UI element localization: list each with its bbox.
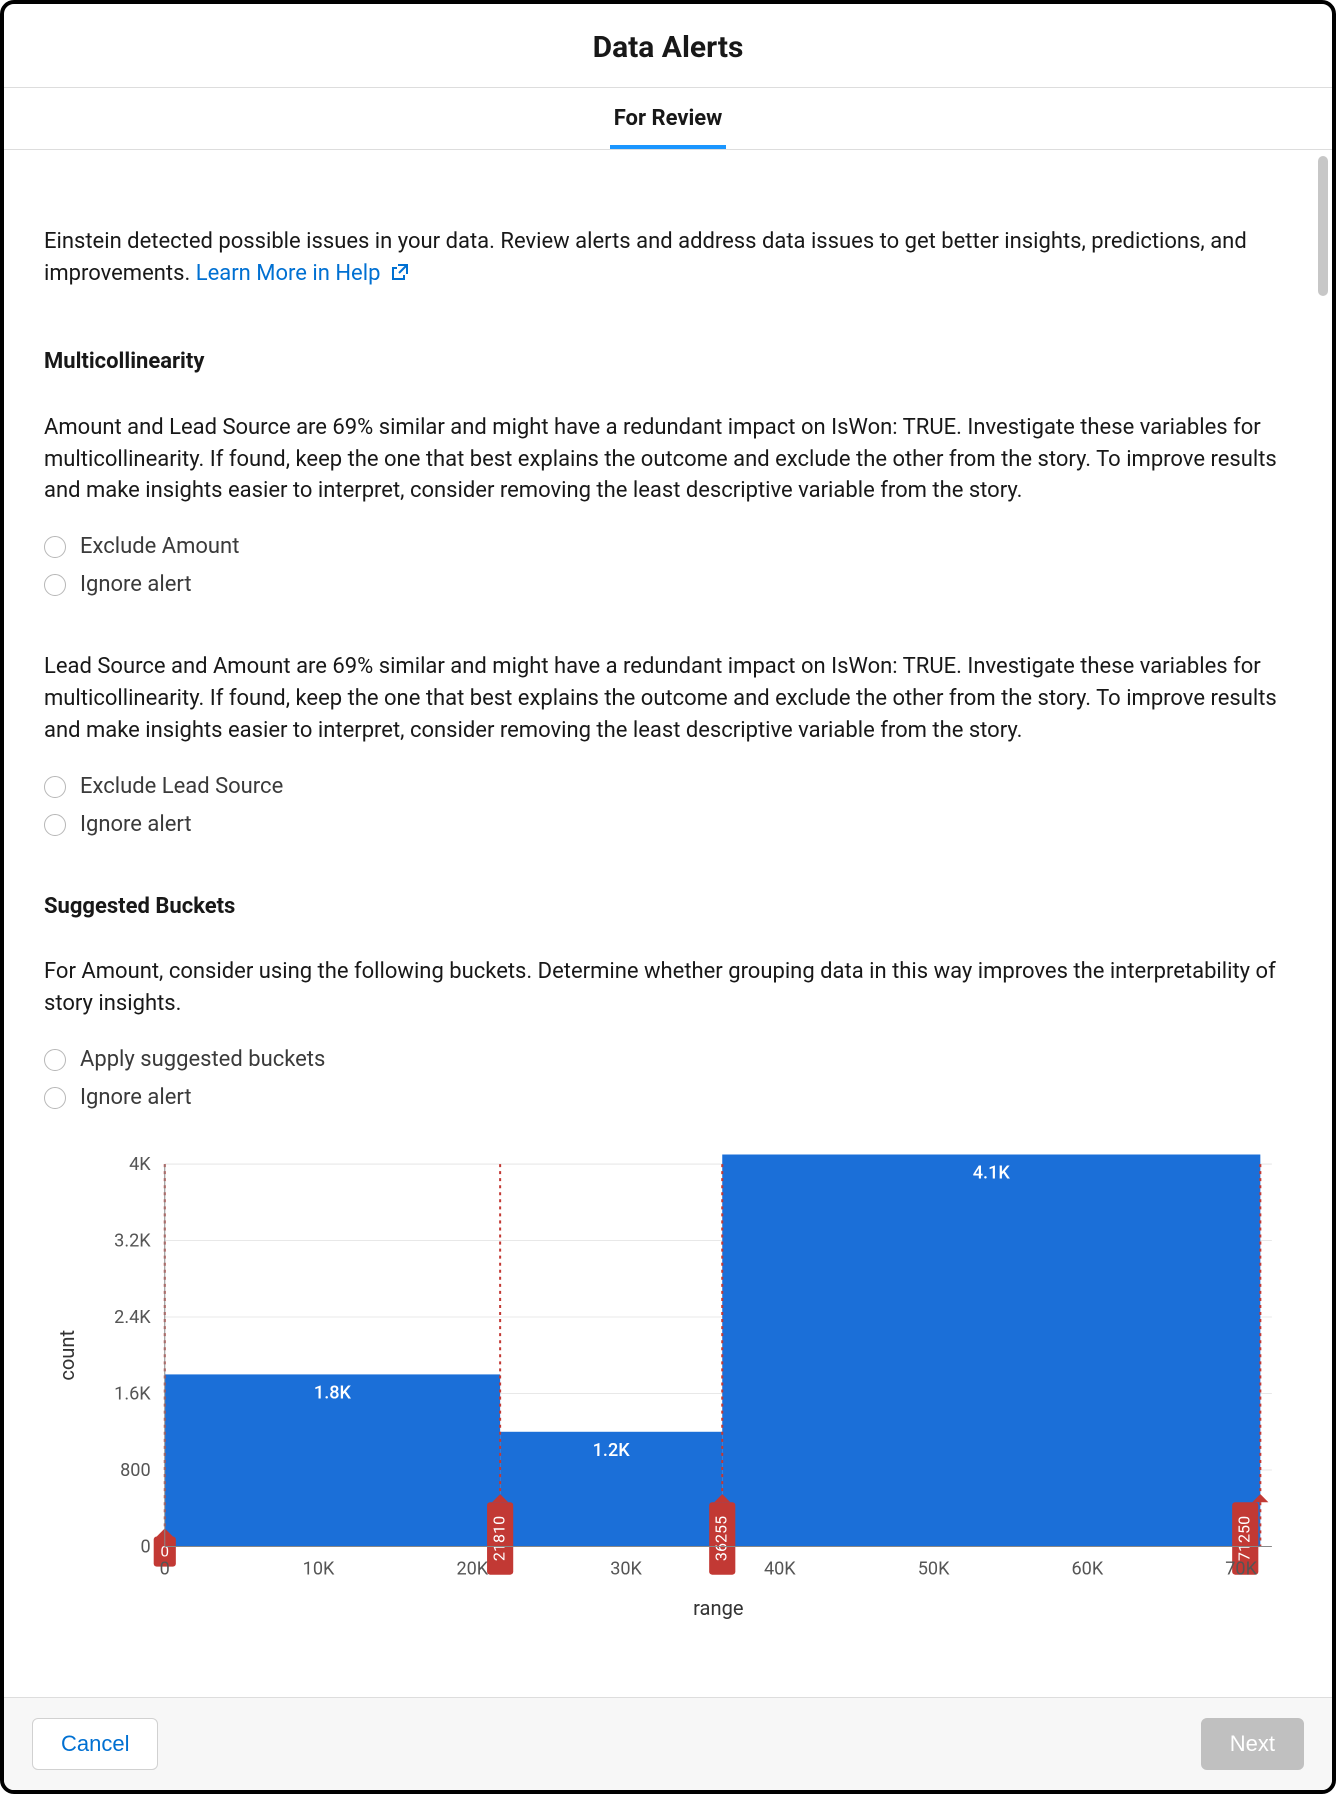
svg-text:range: range — [693, 1596, 743, 1620]
alert-block-1: Amount and Lead Source are 69% similar a… — [44, 412, 1292, 601]
data-alerts-dialog: Data Alerts For Review Einstein detected… — [0, 0, 1336, 1794]
radio-apply-buckets[interactable]: Apply suggested buckets — [44, 1044, 1292, 1076]
tabs: For Review — [4, 88, 1332, 150]
multicollinearity-heading: Multicollinearity — [44, 346, 1292, 378]
learn-more-link[interactable]: Learn More in Help — [196, 261, 410, 286]
histogram-chart: 0 800 1.6K 2.4K 3.2K 4K 1.8K 1.2K 4.1K 0 21810 3625… — [44, 1154, 1292, 1627]
radio-icon — [44, 1049, 66, 1071]
dialog-footer: Cancel Next — [4, 1697, 1332, 1790]
learn-more-label: Learn More in Help — [196, 261, 381, 286]
scrollbar-thumb[interactable] — [1318, 156, 1328, 296]
radio-exclude-lead-source[interactable]: Exclude Lead Source — [44, 771, 1292, 803]
radio-label: Ignore alert — [80, 1082, 192, 1114]
svg-text:0: 0 — [160, 1559, 170, 1580]
radio-exclude-amount[interactable]: Exclude Amount — [44, 531, 1292, 563]
radio-icon — [44, 1087, 66, 1109]
content-scroll[interactable]: Einstein detected possible issues in you… — [4, 150, 1332, 1697]
radio-ignore-alert-2[interactable]: Ignore alert — [44, 809, 1292, 841]
tab-for-review[interactable]: For Review — [610, 88, 727, 149]
svg-text:800: 800 — [120, 1460, 151, 1481]
radio-label: Ignore alert — [80, 809, 192, 841]
svg-text:10K: 10K — [303, 1559, 335, 1580]
alert1-text: Amount and Lead Source are 69% similar a… — [44, 412, 1292, 508]
cancel-button[interactable]: Cancel — [32, 1718, 158, 1770]
radio-ignore-alert-1[interactable]: Ignore alert — [44, 569, 1292, 601]
svg-text:1.6K: 1.6K — [114, 1384, 151, 1405]
svg-text:70K: 70K — [1225, 1559, 1257, 1580]
svg-text:20K: 20K — [456, 1559, 488, 1580]
alert-block-2: Lead Source and Amount are 69% similar a… — [44, 651, 1292, 840]
radio-icon — [44, 536, 66, 558]
svg-text:30K: 30K — [610, 1559, 642, 1580]
svg-text:50K: 50K — [918, 1559, 950, 1580]
radio-label: Exclude Amount — [80, 531, 239, 563]
buckets-chart: 0 800 1.6K 2.4K 3.2K 4K 1.8K 1.2K 4.1K 0 21810 3625… — [44, 1154, 1292, 1627]
svg-text:36255: 36255 — [711, 1516, 730, 1561]
buckets-block: For Amount, consider using the following… — [44, 956, 1292, 1114]
svg-text:40K: 40K — [764, 1559, 796, 1580]
svg-text:4K: 4K — [129, 1154, 151, 1175]
svg-text:3.2K: 3.2K — [114, 1231, 151, 1252]
radio-ignore-alert-3[interactable]: Ignore alert — [44, 1082, 1292, 1114]
svg-text:60K: 60K — [1071, 1559, 1103, 1580]
buckets-text: For Amount, consider using the following… — [44, 956, 1292, 1020]
radio-icon — [44, 814, 66, 836]
radio-icon — [44, 776, 66, 798]
svg-text:2.4K: 2.4K — [114, 1307, 151, 1328]
radio-label: Ignore alert — [80, 569, 192, 601]
intro-paragraph: Einstein detected possible issues in you… — [44, 226, 1292, 292]
svg-text:count: count — [55, 1330, 79, 1381]
external-link-icon — [390, 260, 410, 292]
svg-text:1.8K: 1.8K — [314, 1383, 352, 1404]
svg-text:21810: 21810 — [489, 1516, 508, 1561]
svg-text:4.1K: 4.1K — [973, 1163, 1011, 1184]
next-button[interactable]: Next — [1201, 1718, 1304, 1770]
dialog-title: Data Alerts — [4, 4, 1332, 88]
radio-label: Exclude Lead Source — [80, 771, 283, 803]
radio-icon — [44, 574, 66, 596]
svg-text:0: 0 — [140, 1537, 150, 1558]
svg-text:1.2K: 1.2K — [593, 1440, 631, 1461]
radio-label: Apply suggested buckets — [80, 1044, 325, 1076]
svg-text:71250: 71250 — [1234, 1516, 1253, 1561]
alert2-text: Lead Source and Amount are 69% similar a… — [44, 651, 1292, 747]
suggested-buckets-heading: Suggested Buckets — [44, 891, 1292, 923]
